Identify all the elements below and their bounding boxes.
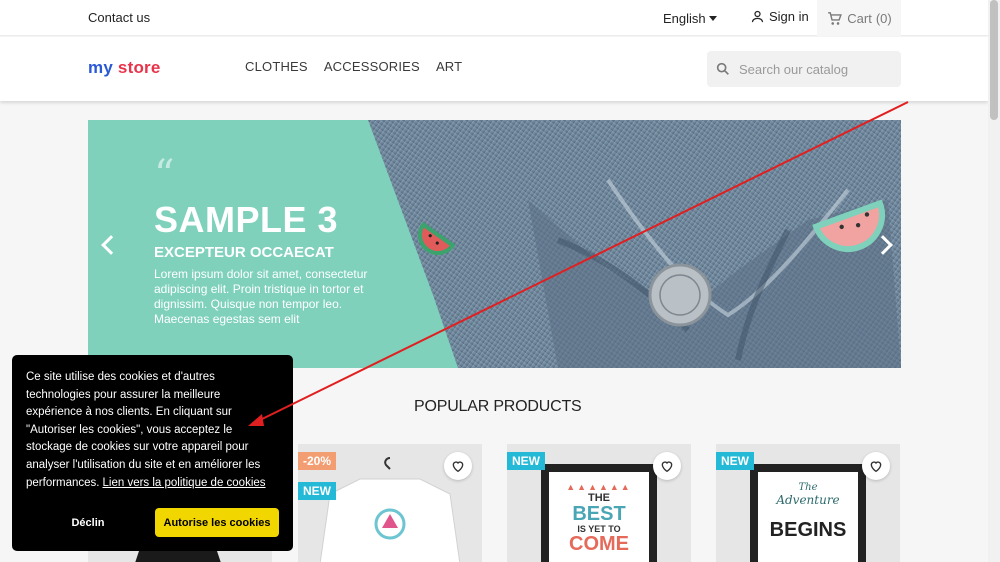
- main-nav: CLOTHES ACCESSORIES ART: [245, 59, 462, 74]
- poster-line: BEGINS: [769, 519, 847, 541]
- poster-line: COME: [569, 533, 629, 555]
- nav-clothes[interactable]: CLOTHES: [245, 59, 308, 74]
- cookie-buttons: Déclin Autorise les cookies: [26, 508, 279, 537]
- product-card[interactable]: ▲▲▲▲▲▲ THE BEST IS YET TO COME NEW: [507, 444, 691, 562]
- wishlist-button[interactable]: [653, 452, 681, 480]
- poster-art: The Adventure BEGINS: [758, 472, 858, 562]
- sweater-image: [320, 457, 460, 562]
- scrollbar-thumb[interactable]: [990, 0, 998, 120]
- top-utility-bar: Contact us English Sign in Cart (0): [0, 0, 988, 36]
- new-badge: NEW: [507, 452, 545, 470]
- main-header: my store CLOTHES ACCESSORIES ART: [0, 37, 988, 101]
- poster-line: Adventure: [776, 493, 840, 507]
- sign-in-link[interactable]: Sign in: [750, 9, 809, 24]
- contact-us-link[interactable]: Contact us: [88, 10, 150, 25]
- wishlist-button[interactable]: [862, 452, 890, 480]
- user-icon: [751, 10, 764, 23]
- cart-icon: [828, 11, 843, 25]
- heart-icon: [661, 461, 673, 473]
- cart-count: (0): [875, 10, 892, 26]
- new-badge: NEW: [716, 452, 754, 470]
- poster-line: The: [798, 482, 818, 493]
- new-badge: NEW: [298, 482, 336, 500]
- decline-cookies-button[interactable]: Déclin: [26, 517, 150, 529]
- nav-art[interactable]: ART: [436, 59, 462, 74]
- logo-word-my: my: [88, 58, 113, 77]
- cookie-policy-link[interactable]: Lien vers la politique de cookies: [103, 477, 266, 489]
- heart-icon: [870, 461, 882, 473]
- cookie-consent-banner: Ce site utilise des cookies et d'autres …: [12, 355, 293, 551]
- poster-line: BEST: [572, 503, 626, 525]
- poster-frame: The Adventure BEGINS: [750, 464, 866, 562]
- poster-frame: ▲▲▲▲▲▲ THE BEST IS YET TO COME: [541, 464, 657, 562]
- slide-caption: “ SAMPLE 3 EXCEPTEUR OCCAECAT Lorem ipsu…: [154, 152, 390, 327]
- discount-badge: -20%: [298, 452, 337, 470]
- quote-icon: “: [154, 152, 175, 198]
- accept-cookies-button[interactable]: Autorise les cookies: [155, 508, 279, 537]
- slide-title: SAMPLE 3: [154, 199, 339, 240]
- nav-accessories[interactable]: ACCESSORIES: [324, 59, 420, 74]
- cookie-message-text: Ce site utilise des cookies et d'autres …: [26, 371, 261, 489]
- search-icon[interactable]: [715, 61, 731, 77]
- sign-in-label: Sign in: [769, 9, 809, 24]
- store-logo[interactable]: my store: [88, 58, 161, 78]
- logo-word-store: store: [117, 58, 161, 77]
- page-scrollbar[interactable]: [988, 0, 1000, 562]
- poster-art: ▲▲▲▲▲▲ THE BEST IS YET TO COME: [549, 472, 649, 562]
- search-box: [707, 51, 901, 87]
- heart-icon: [452, 461, 464, 473]
- popular-products-title: POPULAR PRODUCTS: [414, 398, 582, 415]
- slide-subtitle: EXCEPTEUR OCCAECAT: [154, 244, 334, 261]
- cookie-message: Ce site utilise des cookies et d'autres …: [26, 369, 279, 492]
- search-input[interactable]: [739, 61, 889, 77]
- caret-down-icon: [708, 16, 717, 21]
- product-card[interactable]: The Adventure BEGINS NEW: [716, 444, 900, 562]
- language-label: English: [663, 11, 706, 26]
- cart-label: Cart: [847, 10, 872, 26]
- language-selector[interactable]: English: [663, 11, 717, 26]
- wishlist-button[interactable]: [444, 452, 472, 480]
- cart-button[interactable]: Cart (0): [817, 0, 901, 36]
- hero-slider: “ SAMPLE 3 EXCEPTEUR OCCAECAT Lorem ipsu…: [88, 120, 901, 368]
- slide-description: Lorem ipsum dolor sit amet, consectetur …: [154, 267, 368, 326]
- product-card[interactable]: -20% NEW: [298, 444, 482, 562]
